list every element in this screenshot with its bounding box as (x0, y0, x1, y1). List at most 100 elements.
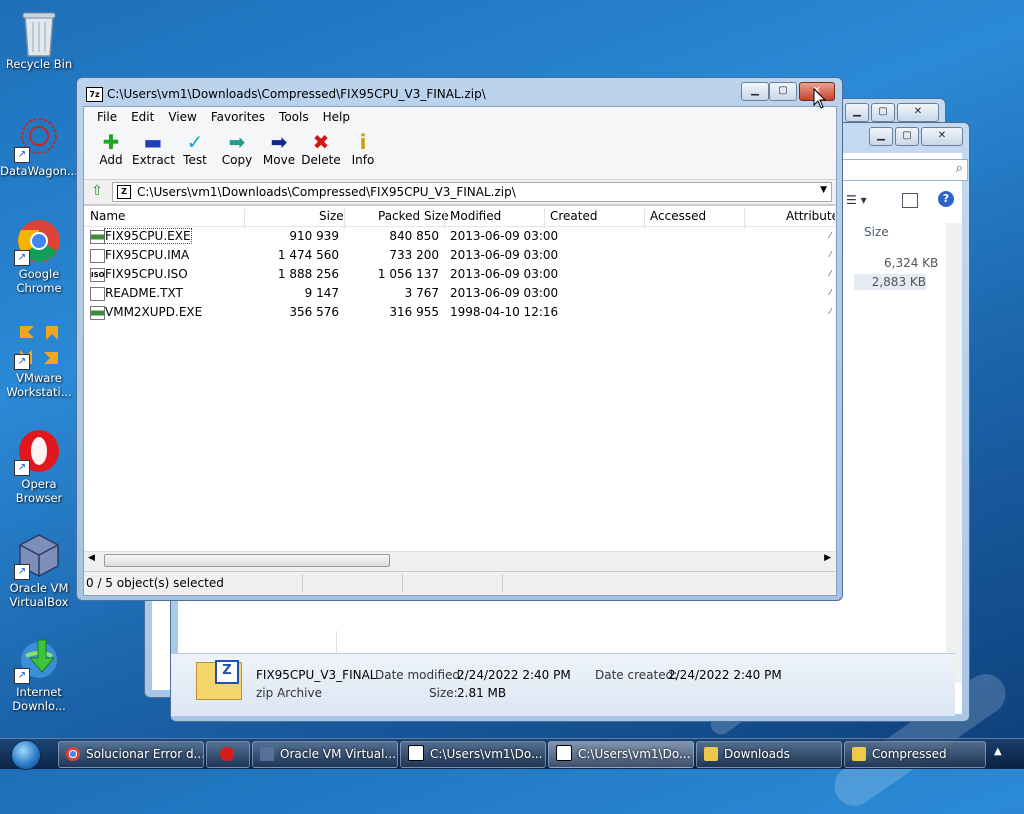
minimize-button[interactable]: ▁ (741, 82, 769, 101)
menu-help[interactable]: Help (316, 110, 357, 124)
file-packed-size: 1 056 137 (377, 267, 439, 281)
desktop-icon-vmware[interactable]: ↗ VMware Workstati... (0, 322, 78, 399)
column-header-attributes[interactable]: Attribute (786, 209, 835, 223)
maximize-button[interactable]: ▢ (871, 103, 895, 122)
document-file-icon (90, 249, 105, 263)
column-header-packed-size[interactable]: Packed Size (378, 209, 449, 223)
exe-file-icon (90, 230, 105, 244)
scroll-left-icon[interactable]: ◀ (88, 553, 95, 563)
desktop-icon-opera[interactable]: ↗ Opera Browser (0, 428, 78, 505)
column-header-modified[interactable]: Modified (450, 209, 501, 223)
desktop-icon-label: Browser (15, 491, 63, 505)
preview-pane-icon[interactable] (902, 193, 918, 208)
file-name: FIX95CPU.ISO (105, 267, 188, 281)
shortcut-arrow-icon: ↗ (14, 668, 30, 684)
title-bar[interactable]: 7z C:\Users\vm1\Downloads\Compressed\FIX… (77, 78, 842, 108)
shortcut-arrow-icon: ↗ (14, 460, 30, 476)
help-icon[interactable]: ? (938, 191, 954, 207)
taskbar-button-opera[interactable] (206, 741, 250, 768)
table-row[interactable]: FIX95CPU.IMA 1 474 560 733 200 2013-06-0… (84, 246, 835, 265)
folder-up-icon[interactable]: ⇧ (88, 183, 106, 200)
table-row[interactable]: VMM2XUPD.EXE 356 576 316 955 1998-04-10 … (84, 303, 835, 322)
file-name: FIX95CPU.EXE (104, 228, 192, 244)
zip-folder-icon: Z (117, 185, 131, 199)
opera-icon (220, 747, 234, 761)
file-size-cell: 6,324 KB (884, 256, 939, 270)
column-header-created[interactable]: Created (550, 209, 598, 223)
desktop-icon-google-chrome[interactable]: ↗ Google Chrome (0, 218, 78, 295)
menu-tools[interactable]: Tools (272, 110, 316, 124)
menu-file[interactable]: File (90, 110, 124, 124)
scrollbar-thumb[interactable] (104, 554, 390, 567)
extract-button[interactable]: ▬ Extract (132, 127, 175, 167)
horizontal-scrollbar[interactable]: ◀ ▶ (84, 551, 835, 568)
virtualbox-icon: ↗ (14, 532, 62, 580)
file-modified: 2013-06-09 03:00 (450, 248, 559, 262)
desktop-icon-virtualbox[interactable]: ↗ Oracle VM VirtualBox (0, 532, 78, 609)
maximize-button[interactable]: ▢ (769, 82, 797, 101)
taskbar: Solucionar Error d... Oracle VM Virtual.… (0, 738, 1024, 770)
file-size: 1 888 256 (277, 267, 339, 281)
move-label: Move (262, 153, 296, 167)
column-header-accessed[interactable]: Accessed (650, 209, 706, 223)
taskbar-button-7zip-2[interactable]: C:\Users\vm1\Do... (548, 741, 694, 768)
address-combobox[interactable]: Z C:\Users\vm1\Downloads\Compressed\FIX9… (112, 182, 832, 202)
file-modified: 2013-06-09 03:00 (450, 286, 559, 300)
close-button[interactable]: ✕ (921, 127, 963, 146)
folder-icon (852, 747, 866, 761)
details-size-label: Size: (429, 686, 458, 700)
file-name: FIX95CPU.IMA (105, 248, 190, 262)
column-header-size[interactable]: Size (864, 225, 889, 239)
column-header-size[interactable]: Size (319, 209, 344, 223)
desktop-icon-internet-download[interactable]: ↗ Internet Downlo... (0, 636, 78, 713)
address-bar: ⇧ Z C:\Users\vm1\Downloads\Compressed\FI… (84, 180, 836, 205)
taskbar-button-chrome[interactable]: Solucionar Error d... (58, 741, 204, 768)
test-label: Test (183, 153, 207, 167)
tray-expand-icon[interactable]: ▲ (994, 746, 1002, 757)
info-button[interactable]: i Info (342, 127, 384, 167)
search-box[interactable]: ⌕ (842, 159, 968, 181)
taskbar-button-compressed[interactable]: Compressed (844, 741, 986, 768)
file-size: 356 576 (289, 305, 339, 319)
add-icon: ✚ (102, 130, 120, 154)
7zip-app-icon (556, 745, 572, 761)
menu-view[interactable]: View (161, 110, 203, 124)
desktop-icon-datawagon[interactable]: ↗ DataWagon... (0, 115, 78, 178)
move-button[interactable]: ➡ Move (258, 127, 300, 167)
copy-button[interactable]: ➡ Copy (216, 127, 258, 167)
file-size: 910 939 (289, 229, 339, 243)
shortcut-arrow-icon: ↗ (14, 250, 30, 266)
delete-label: Delete (301, 153, 341, 167)
vertical-scrollbar[interactable] (946, 223, 962, 683)
close-button[interactable]: ✕ (897, 103, 939, 122)
add-button[interactable]: ✚ Add (90, 127, 132, 167)
taskbar-button-downloads[interactable]: Downloads (696, 741, 842, 768)
menu-edit[interactable]: Edit (124, 110, 161, 124)
table-row[interactable]: README.TXT 9 147 3 767 2013-06-09 03:00 … (84, 284, 835, 303)
file-list[interactable]: Name Size Packed Size Modified Created A… (84, 205, 835, 552)
7zip-window[interactable]: 7z C:\Users\vm1\Downloads\Compressed\FIX… (76, 77, 843, 601)
table-row[interactable]: FIX95CPU.EXE 910 939 840 850 2013-06-09 … (84, 227, 835, 246)
desktop-icon-recycle-bin[interactable]: Recycle Bin (0, 8, 78, 71)
test-button[interactable]: ✓ Test (174, 127, 216, 167)
details-pane: Z FIX95CPU_V3_FINAL zip Archive Date mod… (171, 653, 955, 716)
taskbar-button-virtualbox[interactable]: Oracle VM Virtual... (252, 741, 398, 768)
maximize-button[interactable]: ▢ (895, 127, 919, 146)
vmware-icon: ↗ (14, 322, 62, 370)
opera-icon: ↗ (14, 428, 62, 476)
chevron-down-icon[interactable]: ▼ (820, 185, 827, 195)
details-modified-label: Date modified: (375, 668, 465, 682)
views-button[interactable]: ☰ ▾ (846, 193, 867, 207)
scroll-right-icon[interactable]: ▶ (824, 553, 831, 563)
table-row[interactable]: ISO FIX95CPU.ISO 1 888 256 1 056 137 201… (84, 265, 835, 284)
column-header-name[interactable]: Name (90, 209, 125, 223)
7zip-app-icon (408, 745, 424, 761)
file-size-cell: 2,883 KB (854, 274, 926, 290)
taskbar-button-7zip-1[interactable]: C:\Users\vm1\Do... (400, 741, 546, 768)
minimize-button[interactable]: ▁ (845, 103, 869, 122)
menu-favorites[interactable]: Favorites (204, 110, 272, 124)
minimize-button[interactable]: ▁ (869, 127, 893, 146)
move-icon: ➡ (270, 130, 288, 154)
start-button[interactable] (5, 739, 47, 770)
delete-button[interactable]: ✖ Delete (300, 127, 342, 167)
